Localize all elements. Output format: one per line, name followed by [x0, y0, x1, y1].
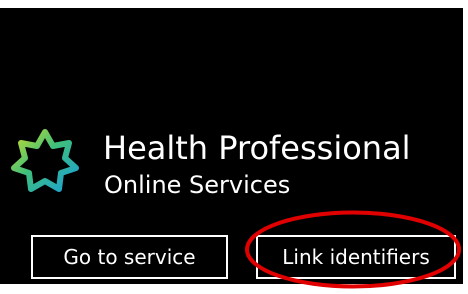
- brand-title: Health Professional: [103, 129, 411, 167]
- screenshot-frame: Health Professional Online Services Go t…: [0, 0, 468, 294]
- link-identifiers-button[interactable]: Link identifiers: [256, 235, 456, 279]
- star-burst-logo-icon: [11, 129, 79, 192]
- go-to-service-button[interactable]: Go to service: [31, 235, 228, 279]
- brand-subtitle: Online Services: [104, 171, 291, 199]
- hpos-banner: Health Professional Online Services Go t…: [0, 8, 463, 284]
